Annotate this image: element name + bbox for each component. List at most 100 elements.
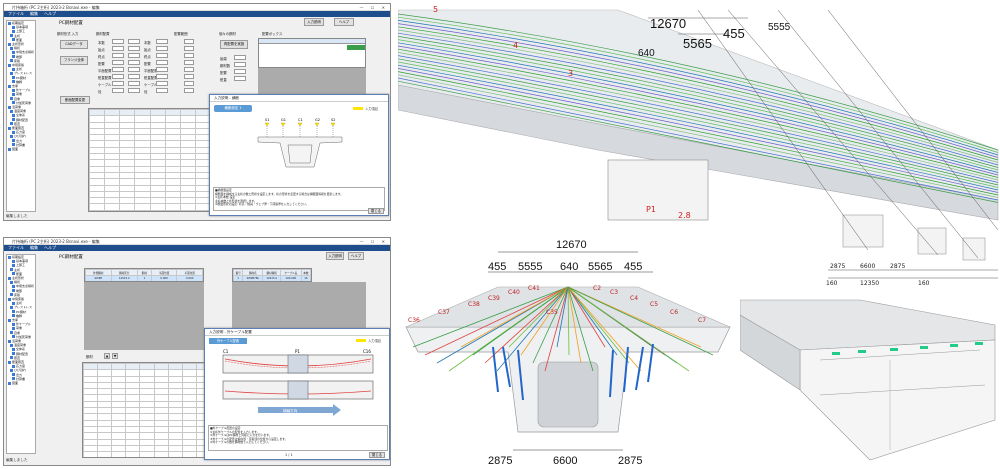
- field-input[interactable]: [156, 81, 168, 86]
- info-label: 鋼材数: [220, 64, 231, 68]
- info-input[interactable]: [234, 62, 246, 67]
- menu-edit[interactable]: 編集: [30, 245, 38, 251]
- field-input[interactable]: [112, 88, 124, 93]
- tree-item[interactable]: 図面: [7, 381, 35, 385]
- field-input[interactable]: [112, 46, 124, 51]
- table-cell[interactable]: [139, 451, 155, 457]
- cable-list-grid[interactable]: [82, 362, 212, 458]
- menu-file[interactable]: ファイル: [8, 11, 24, 17]
- window-controls[interactable]: — ☐ ✕: [360, 4, 388, 11]
- field-input[interactable]: [112, 39, 124, 44]
- table-cell[interactable]: [167, 451, 183, 457]
- field-input[interactable]: [184, 53, 194, 58]
- field-input[interactable]: [128, 67, 140, 72]
- table-cell[interactable]: [164, 203, 181, 211]
- field-input[interactable]: [112, 53, 124, 58]
- tree-item-label: 図面: [12, 147, 19, 152]
- navigation-tree[interactable]: 初期設定 基本事項 上部工 主桁 断面 主桁形状 横桁 中間支点横桁 端部 床版 中間床版 主桁 プレス…: [6, 254, 36, 454]
- field-input[interactable]: [156, 67, 168, 72]
- field-input[interactable]: [128, 53, 140, 58]
- dim-5565: 5565: [683, 36, 712, 51]
- table-cell[interactable]: [153, 451, 169, 457]
- move-down-button[interactable]: ▼: [112, 353, 118, 359]
- top-grid[interactable]: 外側鋼材 鋼材区分 鋼材 平面位置 平面位置 SWPR 12S15.2 1 0.000 0.000: [84, 268, 204, 282]
- table-cell[interactable]: [89, 203, 106, 211]
- table-cell[interactable]: [119, 203, 136, 211]
- right-grid[interactable]: 番号 鋼材名 鋼材種別 ケーブル長 本数 1 SWPR7BL 12S15.2 100.000 16: [232, 268, 312, 282]
- field-input[interactable]: [128, 60, 140, 65]
- field-input[interactable]: [128, 46, 140, 51]
- field-input[interactable]: [184, 74, 194, 79]
- folder-icon: [10, 268, 13, 272]
- table-cell[interactable]: [179, 203, 196, 211]
- input-help-button[interactable]: 入力説明: [304, 18, 324, 26]
- field-input[interactable]: [128, 74, 140, 79]
- table-cell[interactable]: [181, 451, 197, 457]
- field-input[interactable]: [156, 88, 168, 93]
- field-input[interactable]: [112, 60, 124, 65]
- table-row[interactable]: [83, 451, 211, 457]
- pier-box: [607, 159, 709, 221]
- menu-edit[interactable]: 編集: [30, 11, 38, 17]
- move-up-button[interactable]: ▲: [104, 353, 110, 359]
- dialog-tab[interactable]: 横断設定 1: [214, 105, 252, 112]
- menu-help[interactable]: ヘルプ: [44, 245, 56, 251]
- field-input[interactable]: [112, 67, 124, 72]
- info-input[interactable]: [234, 55, 246, 60]
- field-input[interactable]: [184, 60, 194, 65]
- table-cell[interactable]: [104, 203, 121, 211]
- info-input[interactable]: [234, 76, 246, 81]
- field-input[interactable]: [156, 39, 168, 44]
- info-input[interactable]: [234, 69, 246, 74]
- field-input[interactable]: [128, 81, 140, 86]
- steel-data-grid[interactable]: [88, 108, 212, 212]
- field-input[interactable]: [184, 88, 194, 93]
- change-section-button[interactable]: 断面配置変更: [60, 96, 90, 104]
- table-cell[interactable]: [97, 451, 113, 457]
- menu-bar: ファイル 編集 ヘルプ: [4, 245, 390, 251]
- section-label: C41: [528, 285, 540, 292]
- box-grid[interactable]: [258, 38, 366, 68]
- window-controls[interactable]: — ☐ ✕: [360, 238, 388, 245]
- field-input[interactable]: [184, 39, 194, 44]
- table-cell[interactable]: [134, 203, 151, 211]
- folder-icon: [12, 310, 15, 314]
- field-input[interactable]: [112, 81, 124, 86]
- table-cell[interactable]: [83, 451, 99, 457]
- reposition-button[interactable]: 再配置を実施: [220, 40, 248, 49]
- pier-box-4: [962, 237, 986, 261]
- help-button[interactable]: ヘルプ: [334, 18, 354, 26]
- help-button[interactable]: ヘルプ: [348, 252, 364, 260]
- menu-help[interactable]: ヘルプ: [44, 11, 56, 17]
- field-input[interactable]: [128, 39, 140, 44]
- table-row[interactable]: [89, 203, 211, 211]
- marker-s1: [264, 122, 270, 127]
- flange-all-button[interactable]: フランジ全体: [60, 56, 88, 65]
- folder-icon: [12, 76, 15, 80]
- navigation-tree[interactable]: 初期設定 基本事項 上部工 主桁 断面 主桁形状 横桁 中間支点横桁 端部 床版 中間床版 主桁 プレス…: [6, 20, 36, 212]
- window-title: 片持箱桁 (PC 2主桁) 2023-2 Bsnavi.exe - 編集: [12, 5, 100, 10]
- cad-data-button[interactable]: CADデータ: [60, 40, 88, 49]
- field-input[interactable]: [112, 74, 124, 79]
- menu-file[interactable]: ファイル: [8, 245, 24, 251]
- field-input[interactable]: [184, 81, 194, 86]
- input-help-button[interactable]: 入力説明: [326, 252, 344, 260]
- field-input[interactable]: [156, 46, 168, 51]
- field-input[interactable]: [156, 60, 168, 65]
- field-input[interactable]: [156, 74, 168, 79]
- field-label: 本数: [98, 41, 105, 45]
- dialog-tab[interactable]: 外ケーブル配置: [209, 338, 247, 344]
- field-input[interactable]: [184, 46, 194, 51]
- table-cell[interactable]: [125, 451, 141, 457]
- folder-icon: [12, 347, 15, 351]
- folder-icon: [12, 101, 15, 105]
- tree-item[interactable]: 図面: [7, 147, 35, 151]
- table-cell[interactable]: [149, 203, 166, 211]
- field-input[interactable]: [184, 67, 194, 72]
- dialog-close-button[interactable]: 閉じる: [369, 452, 385, 458]
- tree-item-label: 図面: [12, 381, 19, 386]
- field-input[interactable]: [128, 88, 140, 93]
- dialog-close-button[interactable]: 閉じる: [368, 208, 384, 214]
- field-input[interactable]: [156, 53, 168, 58]
- table-cell[interactable]: [111, 451, 127, 457]
